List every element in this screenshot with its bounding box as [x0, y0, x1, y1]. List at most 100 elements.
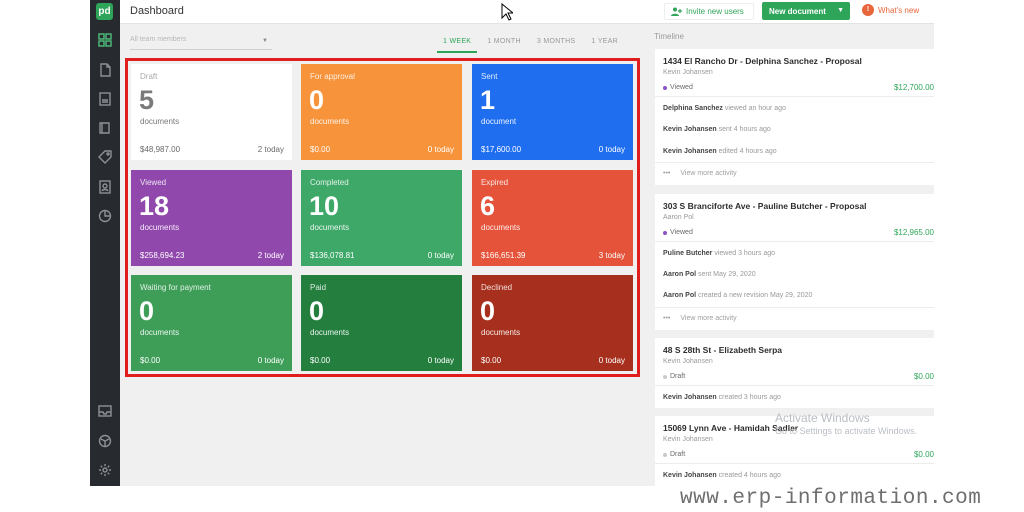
add-user-icon	[671, 7, 682, 16]
status-badge: Draft	[663, 373, 685, 380]
dashboard-icon[interactable]	[98, 33, 112, 47]
team-member-placeholder: All team members	[130, 36, 187, 43]
activity-actor: Kevin Johansen	[663, 126, 717, 133]
dropdown-caret-icon: ▼	[262, 38, 268, 44]
status-dot-icon	[663, 85, 667, 90]
status-dot-icon	[663, 374, 667, 379]
card-title[interactable]: 1434 El Rancho Dr - Delphina Sanchez - P…	[663, 56, 862, 66]
watermark-line-1: Activate Windows	[775, 411, 870, 425]
documents-icon[interactable]	[98, 63, 112, 77]
content-library-icon[interactable]	[98, 121, 112, 135]
notification-badge-icon: !	[862, 4, 874, 16]
card-price: $0.00	[913, 450, 934, 459]
view-more-label: View more activity	[680, 170, 737, 177]
activity-item: Kevin Johansen created 4 hours ago	[663, 472, 781, 479]
highlight-frame	[125, 58, 640, 377]
status-label: Draft	[670, 451, 686, 458]
settings-gear-icon[interactable]	[98, 463, 112, 477]
period-tabs: 1 WEEK 1 MONTH 3 MONTHS 1 YEAR	[437, 36, 628, 53]
integrations-icon[interactable]	[98, 434, 112, 448]
divider	[655, 162, 934, 163]
invite-users-button[interactable]: Invite new users	[664, 3, 754, 20]
top-bar: Dashboard Invite new users New document …	[120, 0, 934, 24]
card-price: $12,965.00	[893, 228, 934, 237]
card-author: Kevin Johansen	[663, 436, 713, 443]
activity-actor: Aaron Pol	[663, 292, 697, 299]
activity-item: Kevin Johansen created 3 hours ago	[663, 394, 781, 401]
timeline-card[interactable]: 48 S 28th St - Elizabeth Serpa Kevin Joh…	[655, 338, 934, 408]
activity-text: viewed 3 hours ago	[712, 250, 776, 257]
activity-text: viewed an hour ago	[722, 105, 786, 112]
activity-actor: Kevin Johansen	[663, 148, 717, 155]
card-author: Aaron Pol	[663, 214, 694, 221]
status-label: Viewed	[670, 229, 693, 236]
activity-item: Puline Butcher viewed 3 hours ago	[663, 250, 775, 257]
status-badge: Viewed	[663, 229, 693, 236]
new-document-button[interactable]: New document ▼	[762, 2, 850, 20]
contacts-icon[interactable]	[98, 180, 112, 194]
activity-actor: Aaron Pol	[663, 271, 697, 278]
divider	[655, 96, 934, 97]
card-price: $12,700.00	[893, 83, 934, 92]
status-label: Draft	[670, 373, 686, 380]
activity-text: sent 4 hours ago	[716, 126, 771, 133]
status-badge: Draft	[663, 451, 685, 458]
activity-item: Aaron Pol sent May 29, 2020	[663, 271, 756, 278]
view-more-activity-link[interactable]: ••• View more activity	[663, 170, 737, 177]
status-badge: Viewed	[663, 84, 693, 91]
activity-item: Aaron Pol created a new revision May 29,…	[663, 292, 812, 299]
watermark-line-2: Go to Settings to activate Windows.	[775, 426, 918, 436]
catalog-tag-icon[interactable]	[98, 150, 112, 164]
activity-text: created a new revision May 29, 2020	[696, 292, 813, 299]
tab-3-months[interactable]: 3 MONTHS	[531, 36, 582, 53]
status-dot-icon	[663, 452, 667, 457]
reports-pie-icon[interactable]	[98, 209, 112, 223]
card-author: Kevin Johansen	[663, 69, 713, 76]
activity-actor: Delphina Sanchez	[663, 105, 723, 112]
mouse-cursor-icon	[501, 3, 513, 21]
card-price: $0.00	[913, 372, 934, 381]
whats-new-label: What's new	[878, 5, 920, 15]
activate-windows-watermark: Activate Windows Go to Settings to activ…	[775, 411, 917, 436]
templates-icon[interactable]	[98, 92, 112, 106]
activity-actor: Kevin Johansen	[663, 472, 717, 479]
card-author: Kevin Johansen	[663, 358, 713, 365]
app-logo[interactable]: pd	[96, 3, 113, 20]
card-title[interactable]: 48 S 28th St - Elizabeth Serpa	[663, 345, 782, 355]
filters-bar: All team members ▼ 1 WEEK 1 MONTH 3 MONT…	[120, 24, 650, 56]
activity-actor: Puline Butcher	[663, 250, 713, 257]
chevron-down-icon: ▼	[837, 7, 844, 14]
activity-text: edited 4 hours ago	[716, 148, 777, 155]
sidebar-rail: pd	[90, 0, 120, 486]
inbox-icon[interactable]	[98, 404, 112, 418]
activity-actor: Kevin Johansen	[663, 394, 717, 401]
tab-1-week[interactable]: 1 WEEK	[437, 36, 478, 53]
timeline-heading: Timeline	[654, 32, 684, 41]
view-more-activity-link[interactable]: ••• View more activity	[663, 315, 737, 322]
tab-1-year[interactable]: 1 YEAR	[585, 36, 624, 53]
divider	[655, 307, 934, 308]
more-dots-icon: •••	[663, 315, 671, 322]
timeline-card[interactable]: 1434 El Rancho Dr - Delphina Sanchez - P…	[655, 49, 934, 185]
page-title: Dashboard	[130, 5, 184, 17]
timeline-card[interactable]: 303 S Branciforte Ave - Pauline Butcher …	[655, 194, 934, 330]
whats-new-link[interactable]: ! What's new	[862, 4, 919, 16]
activity-item: Kevin Johansen edited 4 hours ago	[663, 148, 777, 155]
activity-text: sent May 29, 2020	[696, 271, 756, 278]
divider	[655, 463, 934, 464]
status-dot-icon	[663, 230, 667, 235]
activity-item: Delphina Sanchez viewed an hour ago	[663, 105, 786, 112]
tab-1-month[interactable]: 1 MONTH	[481, 36, 527, 53]
activity-text: created 4 hours ago	[716, 472, 781, 479]
activity-text: created 3 hours ago	[716, 394, 781, 401]
team-member-select[interactable]: All team members ▼	[130, 36, 272, 50]
activity-item: Kevin Johansen sent 4 hours ago	[663, 126, 771, 133]
more-dots-icon: •••	[663, 170, 671, 177]
screenshot-stage: pd Dashboard Invite new users New docume…	[0, 0, 1024, 512]
card-title[interactable]: 303 S Branciforte Ave - Pauline Butcher …	[663, 201, 866, 211]
divider	[655, 385, 934, 386]
site-watermark: www.erp-information.com	[680, 487, 982, 510]
status-label: Viewed	[670, 84, 693, 91]
view-more-label: View more activity	[680, 315, 737, 322]
invite-users-label: Invite new users	[686, 7, 744, 16]
